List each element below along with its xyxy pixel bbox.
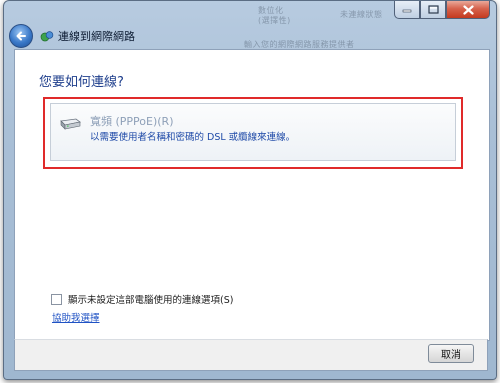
maximize-button[interactable] (420, 1, 446, 19)
background-text-3: 未連線狀態 (340, 10, 383, 19)
maximize-icon (427, 5, 439, 14)
connect-to-internet-window: 數位化 (選擇性) 未連線狀態 輸入您的網際網路服務提供者 連線到網際網路 您要… (3, 0, 497, 380)
background-text-2: (選擇性) (258, 16, 291, 25)
back-arrow-icon (16, 31, 26, 41)
minimize-button[interactable] (394, 1, 420, 19)
dialog-footer: 取消 (14, 339, 488, 371)
annotation-highlight-box (43, 97, 463, 169)
page-heading: 您要如何連線? (39, 75, 124, 90)
caption-buttons (394, 1, 490, 20)
minimize-icon (402, 9, 412, 12)
cancel-button[interactable]: 取消 (428, 344, 474, 363)
wizard-content: 您要如何連線? 寬頻 (PPPoE)(R) 以需要使用者名稱和密碼的 DSL 或… (14, 49, 490, 341)
back-button[interactable] (9, 24, 33, 48)
show-unconfigured-options-row: 顯示未設定這部電腦使用的連線選項(S) (51, 292, 233, 306)
help-me-choose-link[interactable]: 協助我選擇 (52, 310, 100, 324)
close-button[interactable] (446, 1, 490, 19)
close-icon (462, 4, 474, 15)
checkbox-label: 顯示未設定這部電腦使用的連線選項(S) (68, 295, 234, 306)
window-title: 連線到網際網路 (58, 30, 135, 43)
navigation-bar: 連線到網際網路 (9, 23, 135, 49)
network-globe-icon (40, 31, 54, 42)
show-unconfigured-options-checkbox[interactable] (51, 293, 62, 305)
